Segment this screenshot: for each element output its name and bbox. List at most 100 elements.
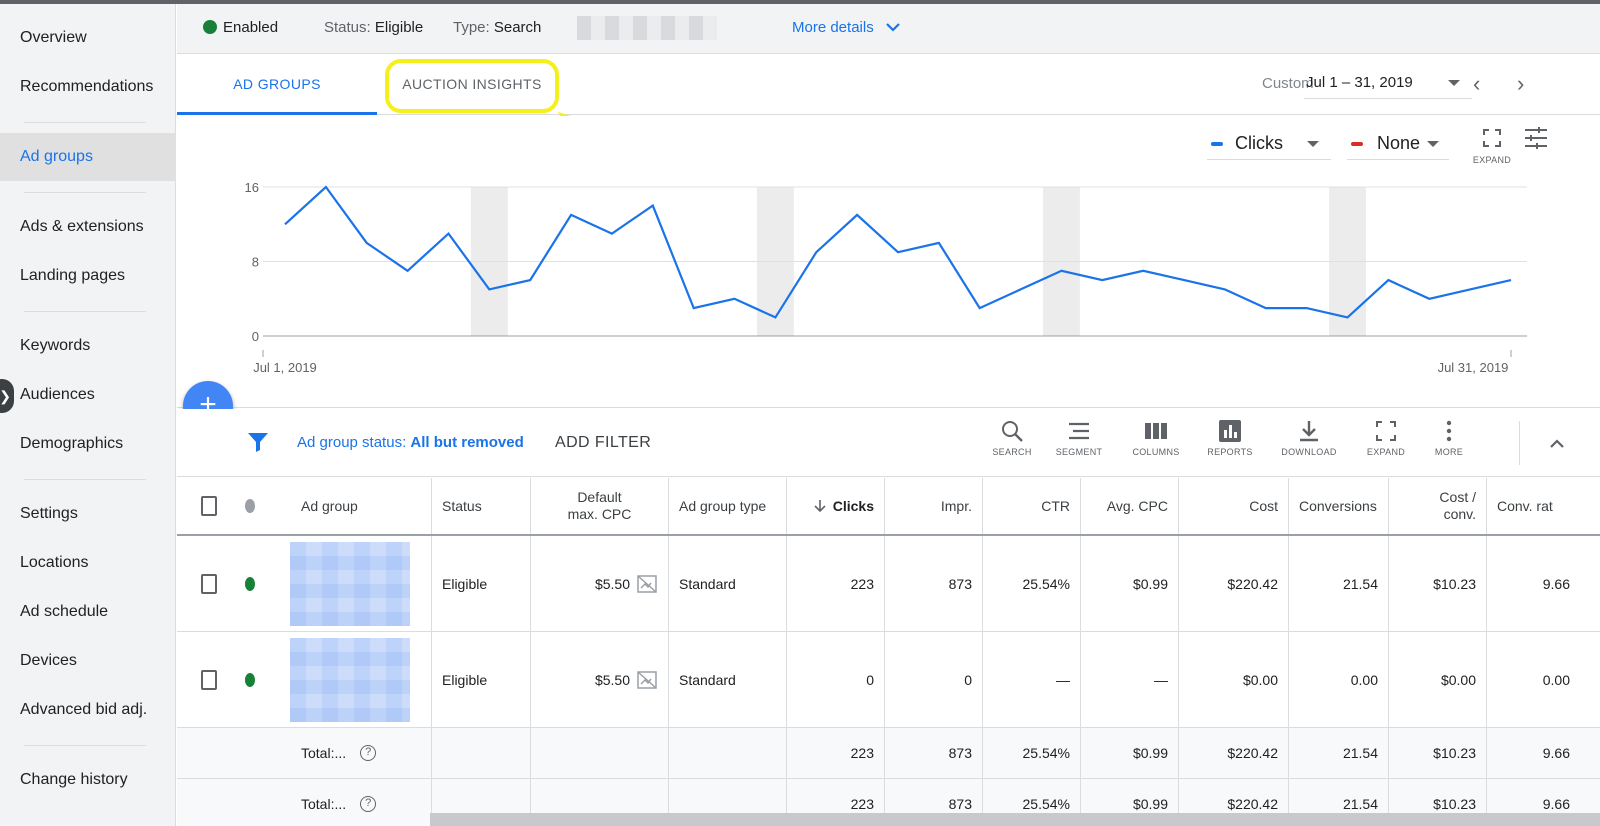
row-cost-per-conv: $10.23 — [1388, 536, 1486, 631]
sidebar-item-settings[interactable]: Settings — [0, 490, 176, 538]
more-button[interactable]: MORE — [1415, 419, 1483, 457]
row-type: Standard — [668, 536, 786, 631]
campaign-status-bar: Enabled Status: Eligible Type: Search Mo… — [177, 4, 1600, 54]
row-type: Standard — [668, 632, 786, 727]
totals-label: Total:...? — [291, 779, 431, 826]
tab-bar: AD GROUPS AUCTION INSIGHTS Custom Jul 1 … — [177, 55, 1600, 115]
sidebar-item-recommendations[interactable]: Recommendations — [0, 63, 176, 111]
row-clicks: 223 — [786, 536, 884, 631]
add-filter-button[interactable]: ADD FILTER — [555, 409, 651, 477]
sidebar-divider — [24, 745, 146, 746]
eligibility-status: Status: Eligible — [324, 19, 424, 36]
col-cost-per-conv[interactable]: Cost / conv. — [1388, 478, 1486, 534]
download-icon — [1300, 421, 1318, 442]
sidebar-item-locations[interactable]: Locations — [0, 539, 176, 587]
row-default-cpc[interactable]: $5.50 — [530, 632, 668, 727]
sidebar-item-ad-groups[interactable]: Ad groups — [0, 133, 176, 181]
sidebar-item-demographics[interactable]: Demographics — [0, 420, 176, 468]
reports-button[interactable]: REPORTS — [1196, 419, 1264, 457]
sidebar-item-audiences[interactable]: Audiences — [0, 371, 176, 419]
download-button[interactable]: DOWNLOAD — [1275, 419, 1343, 457]
row-clicks: 0 — [786, 632, 884, 727]
redacted-ad-group-name[interactable] — [290, 638, 410, 722]
sidebar-item-landing-pages[interactable]: Landing pages — [0, 252, 176, 300]
sidebar-item-advanced-bid-adj[interactable]: Advanced bid adj. — [0, 686, 176, 734]
col-ad-group-type[interactable]: Ad group type — [668, 478, 786, 534]
series-line-clicks — [284, 185, 1512, 319]
x-label-start: Jul 1, 2019 — [253, 360, 317, 375]
columns-icon — [1145, 423, 1167, 439]
row-checkbox[interactable] — [201, 573, 217, 594]
collapse-chevron-up-icon[interactable] — [1549, 437, 1565, 449]
totals-empty — [431, 728, 530, 778]
sidebar-item-ads-extensions[interactable]: Ads & extensions — [0, 203, 176, 251]
sidebar-divider — [24, 479, 146, 480]
enabled-status[interactable]: Enabled — [203, 4, 278, 52]
filter-icon[interactable] — [247, 431, 269, 453]
row-select-cell — [191, 632, 227, 727]
row-avg-cpc: — — [1080, 632, 1178, 727]
segment-button[interactable]: SEGMENT — [1045, 419, 1113, 457]
y-tick-label: 0 — [252, 329, 259, 344]
totals-impr: 873 — [884, 728, 982, 778]
col-impressions[interactable]: Impr. — [884, 478, 982, 534]
y-tick-label: 8 — [252, 255, 259, 270]
row-avg-cpc: $0.99 — [1080, 536, 1178, 631]
col-avg-cpc[interactable]: Avg. CPC — [1080, 478, 1178, 534]
sidebar-divider — [24, 122, 146, 123]
status-filter-chip[interactable]: Ad group status: All but removed — [297, 409, 524, 477]
col-default-cpc[interactable]: Default max. CPC — [530, 478, 668, 534]
status-dot-header — [235, 478, 265, 534]
redacted-ad-group-name[interactable] — [290, 542, 410, 626]
x-label-end: Jul 31, 2019 — [1438, 360, 1509, 375]
select-all-checkbox[interactable] — [201, 496, 217, 516]
row-checkbox[interactable] — [201, 669, 217, 690]
row-default-cpc[interactable]: $5.50 — [530, 536, 668, 631]
table-header-row: Ad group Status Default max. CPC Ad group… — [177, 478, 1600, 536]
sidebar-item-devices[interactable]: Devices — [0, 637, 176, 685]
previous-period-icon[interactable]: ‹ — [1473, 73, 1480, 95]
totals-label: Total:...? — [291, 728, 431, 778]
select-all-cell — [191, 478, 227, 534]
row-cost: $0.00 — [1178, 632, 1288, 727]
totals-cost-per-conv: $10.23 — [1388, 728, 1486, 778]
sidebar-item-keywords[interactable]: Keywords — [0, 322, 176, 370]
col-conversions[interactable]: Conversions — [1288, 478, 1388, 534]
row-cost-per-conv: $0.00 — [1388, 632, 1486, 727]
row-status-cell — [235, 536, 265, 631]
table-row[interactable]: Eligible $5.50 Standard 0 0 — — $0.00 0.… — [177, 632, 1600, 728]
sidebar-divider — [24, 311, 146, 312]
row-status: Eligible — [431, 536, 530, 631]
row-cost: $220.42 — [1178, 536, 1288, 631]
row-conv-rate: 0.00 — [1486, 632, 1580, 727]
bid-strategy-icon — [637, 670, 657, 689]
more-details-link[interactable]: More details — [792, 4, 900, 52]
col-clicks[interactable]: Clicks — [786, 478, 884, 534]
totals-row: Total:...? 223 873 25.54% $0.99 $220.42 … — [177, 728, 1600, 779]
sidebar-item-ad-schedule[interactable]: Ad schedule — [0, 588, 176, 636]
tab-ad-groups[interactable]: AD GROUPS — [177, 55, 377, 115]
campaign-type: Type: Search — [453, 19, 542, 36]
row-conversions: 0.00 — [1288, 632, 1388, 727]
totals-avg-cpc: $0.99 — [1080, 728, 1178, 778]
table-row[interactable]: Eligible $5.50 Standard 223 873 25.54% $… — [177, 536, 1600, 632]
sidebar-item-change-history[interactable]: Change history — [0, 756, 176, 804]
sidebar-divider — [24, 192, 146, 193]
col-ad-group[interactable]: Ad group — [291, 478, 431, 534]
table-expand-button[interactable]: EXPAND — [1352, 419, 1420, 457]
columns-button[interactable]: COLUMNS — [1122, 419, 1190, 457]
col-status[interactable]: Status — [431, 478, 530, 534]
horizontal-scrollbar[interactable] — [430, 813, 1600, 826]
search-icon — [1002, 421, 1023, 442]
status-dot-icon — [245, 499, 255, 513]
col-ctr[interactable]: CTR — [982, 478, 1080, 534]
date-range-select[interactable]: Jul 1 – 31, 2019 — [1304, 69, 1472, 99]
col-conv-rate[interactable]: Conv. rat — [1486, 478, 1600, 534]
help-icon[interactable]: ? — [360, 796, 377, 812]
help-icon[interactable]: ? — [360, 745, 377, 761]
col-cost[interactable]: Cost — [1178, 478, 1288, 534]
sidebar-item-overview[interactable]: Overview — [0, 14, 176, 62]
performance-chart: Clicks None EXPAND 0 8 16 Jul 1, 2019 Jul … — [177, 116, 1600, 408]
next-period-icon[interactable]: › — [1517, 73, 1524, 95]
search-button[interactable]: SEARCH — [978, 419, 1046, 457]
